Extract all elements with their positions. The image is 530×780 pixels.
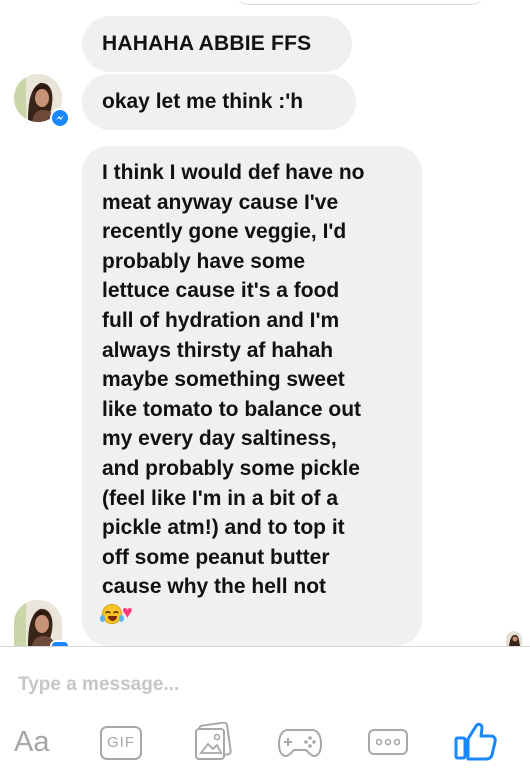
message-line: pickle atm!) and to top it bbox=[102, 516, 345, 540]
message-line: (feel like I'm in a bit of a bbox=[102, 486, 339, 510]
more-icon bbox=[368, 729, 408, 755]
message-line: off some peanut butter bbox=[102, 545, 330, 569]
message-bubble[interactable]: okay let me think :'h bbox=[82, 74, 356, 130]
message-line: meat anyway cause I've bbox=[102, 190, 339, 214]
composer-divider bbox=[0, 646, 530, 647]
image-button[interactable] bbox=[192, 721, 236, 762]
message-line: I think I would def have no bbox=[102, 161, 365, 184]
crying-laughing-emoji bbox=[100, 603, 124, 624]
message-line: my every day saltiness, bbox=[102, 427, 337, 451]
message-text: okay let me think :'h bbox=[102, 90, 304, 113]
image-icon bbox=[195, 721, 232, 760]
more-button[interactable] bbox=[366, 722, 410, 762]
message-line: and probably some pickle bbox=[102, 456, 360, 480]
game-controller-icon bbox=[277, 729, 323, 758]
message-line: lettuce cause it's a food bbox=[102, 279, 340, 303]
message-line: probably have some bbox=[102, 249, 306, 273]
message-input[interactable] bbox=[18, 668, 498, 702]
messenger-badge-icon bbox=[50, 108, 70, 128]
previous-message-bubble-edge bbox=[236, 0, 484, 5]
gif-button[interactable]: GIF bbox=[100, 726, 142, 760]
message-line: like tomato to balance out bbox=[102, 397, 362, 421]
message-line: full of hydration and I'm bbox=[102, 308, 340, 332]
message-line: always thirsty af hahah bbox=[102, 338, 334, 362]
message-bubble[interactable]: I think I would def have no meat anyway … bbox=[82, 146, 422, 646]
text-style-button[interactable]: Aa bbox=[14, 722, 64, 762]
hearts-emoji: ♥ bbox=[122, 601, 133, 622]
emoji-row: ♥ bbox=[100, 601, 402, 628]
like-button[interactable] bbox=[452, 718, 498, 764]
games-button[interactable] bbox=[276, 722, 324, 762]
thumbs-up-icon bbox=[454, 722, 497, 761]
message-line: recently gone veggie, I'd bbox=[102, 220, 347, 244]
message-text: HAHAHA ABBIE FFS bbox=[102, 32, 312, 55]
message-bubble[interactable]: HAHAHA ABBIE FFS bbox=[82, 16, 352, 72]
message-line: cause why the hell not bbox=[102, 575, 327, 599]
message-line: maybe something sweet bbox=[102, 368, 345, 392]
read-receipt-avatar bbox=[506, 631, 522, 646]
